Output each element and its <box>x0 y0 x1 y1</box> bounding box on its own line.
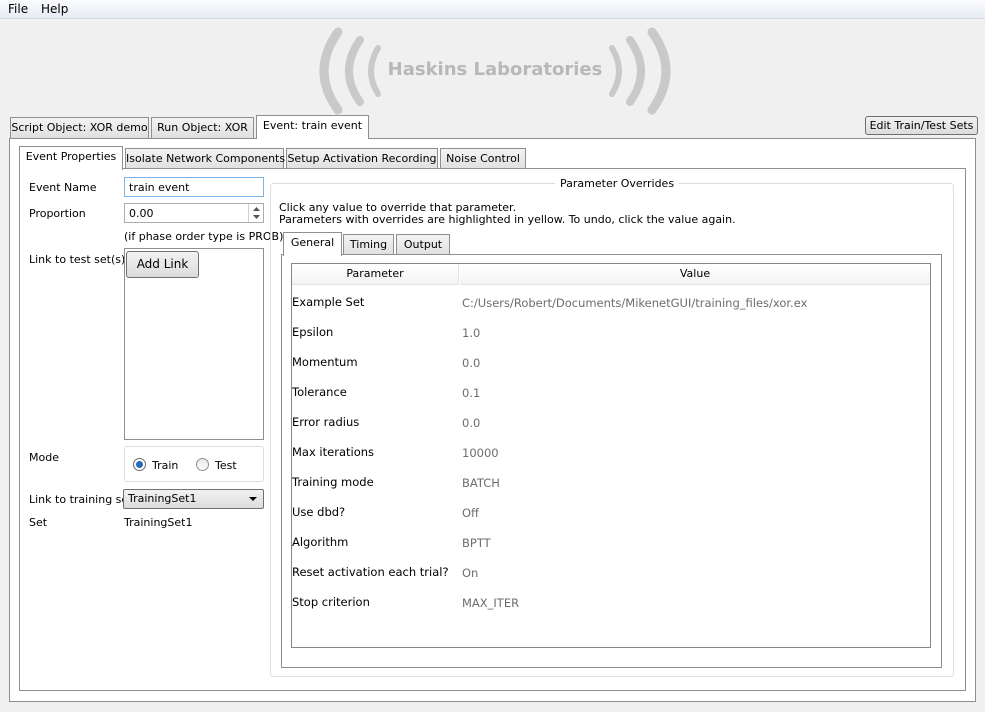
tab-activation-recording[interactable]: Setup Activation Recording <box>286 148 438 170</box>
value-tolerance[interactable]: 0.1 <box>462 386 480 400</box>
mode-test-label[interactable]: Test <box>215 459 237 472</box>
tab-timing[interactable]: Timing <box>343 234 394 256</box>
value-algorithm[interactable]: BPTT <box>462 536 491 550</box>
value-momentum[interactable]: 0.0 <box>462 356 480 370</box>
spin-up-icon <box>253 207 260 211</box>
value-training-mode[interactable]: BATCH <box>462 476 500 490</box>
menu-bar: File Help <box>0 0 985 19</box>
value-reset-activation[interactable]: On <box>462 566 478 580</box>
mode-train-radio[interactable] <box>133 458 146 471</box>
parameter-table <box>291 263 931 648</box>
param-training-mode: Training mode <box>292 475 374 489</box>
value-epsilon[interactable]: 1.0 <box>462 326 480 340</box>
value-example-set[interactable]: C:/Users/Robert/Documents/MikenetGUI/tra… <box>462 296 807 310</box>
spin-down-icon <box>253 215 260 219</box>
event-name-label: Event Name <box>29 181 97 194</box>
value-use-dbd[interactable]: Off <box>462 506 479 520</box>
param-reset-activation: Reset activation each trial? <box>292 565 449 579</box>
tab-script-object[interactable]: Script Object: XOR demo <box>10 117 149 139</box>
param-tolerance: Tolerance <box>292 385 347 399</box>
proportion-hint: (if phase order type is PROB) <box>124 230 284 243</box>
column-header-parameter[interactable]: Parameter <box>292 264 459 285</box>
param-algorithm: Algorithm <box>292 535 349 549</box>
tab-run-object[interactable]: Run Object: XOR <box>151 117 254 139</box>
chevron-down-icon <box>249 497 257 501</box>
column-header-value[interactable]: Value <box>460 264 930 285</box>
param-example-set: Example Set <box>292 295 365 309</box>
training-set-dropdown[interactable]: TrainingSet1 <box>123 489 264 509</box>
training-set-selected: TrainingSet1 <box>128 492 197 505</box>
mode-test-radio[interactable] <box>196 458 209 471</box>
param-error-radius: Error radius <box>292 415 360 429</box>
proportion-spinbox[interactable]: 0.00 <box>124 203 264 223</box>
proportion-value: 0.00 <box>129 207 154 220</box>
param-max-iterations: Max iterations <box>292 445 375 459</box>
edit-train-test-sets-button[interactable]: Edit Train/Test Sets <box>865 116 978 135</box>
link-training-label: Link to training set <box>29 493 133 506</box>
mode-train-label[interactable]: Train <box>152 459 178 472</box>
tab-event[interactable]: Event: train event <box>256 115 369 139</box>
override-instruction-2: Parameters with overrides are highlighte… <box>279 213 736 226</box>
value-stop-criterion[interactable]: MAX_ITER <box>462 596 519 610</box>
parameter-overrides-title: Parameter Overrides <box>555 177 680 190</box>
tab-noise-control[interactable]: Noise Control <box>440 148 526 170</box>
proportion-label: Proportion <box>29 207 86 220</box>
param-momentum: Momentum <box>292 355 358 369</box>
tab-event-properties[interactable]: Event Properties <box>19 146 123 170</box>
mode-label: Mode <box>29 451 59 464</box>
add-link-button[interactable]: Add Link <box>126 251 199 278</box>
haskins-logo: Haskins Laboratories <box>310 26 680 116</box>
link-test-label: Link to test set(s) <box>29 253 126 266</box>
value-error-radius[interactable]: 0.0 <box>462 416 480 430</box>
logo-text: Haskins Laboratories <box>387 59 603 80</box>
tab-output[interactable]: Output <box>396 234 450 256</box>
event-name-input[interactable]: train event <box>124 177 264 197</box>
set-value: TrainingSet1 <box>124 516 193 529</box>
menu-file[interactable]: File <box>8 2 28 16</box>
param-use-dbd: Use dbd? <box>292 505 346 519</box>
param-epsilon: Epsilon <box>292 325 334 339</box>
param-stop-criterion: Stop criterion <box>292 595 370 609</box>
tab-isolate-network[interactable]: Isolate Network Components <box>125 148 285 170</box>
value-max-iterations[interactable]: 10000 <box>462 446 499 460</box>
set-label: Set <box>29 516 48 529</box>
tab-general[interactable]: General <box>283 232 342 256</box>
menu-help[interactable]: Help <box>41 2 68 16</box>
proportion-spinner[interactable] <box>248 204 263 222</box>
